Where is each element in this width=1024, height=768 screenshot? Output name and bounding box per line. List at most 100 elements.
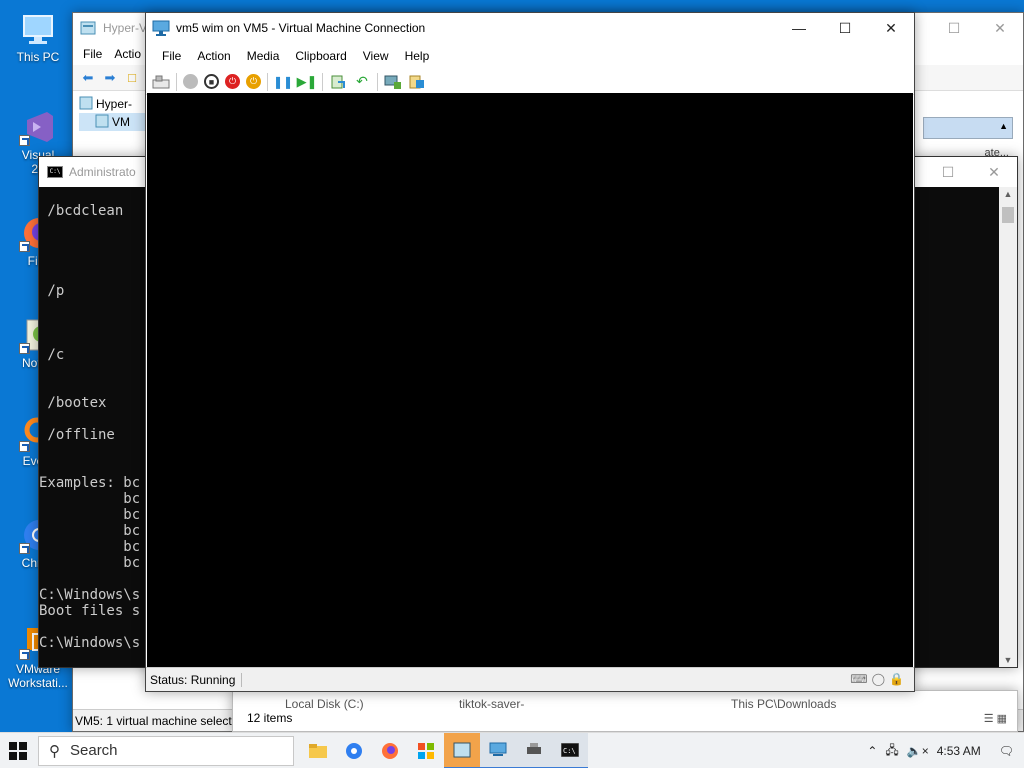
shortcut-arrow-icon	[19, 343, 30, 354]
explorer-item-count: 12 items	[247, 711, 293, 725]
vm-status-indicators: ⌨ ◯ 🔒	[850, 672, 904, 686]
actions-panel-header[interactable]: ▲	[923, 117, 1013, 139]
maximize-button[interactable]: ☐	[931, 13, 977, 43]
volume-muted-icon[interactable]: 🔈×	[907, 744, 929, 758]
taskbar: ⚲ Search C:\ ⌃ 🖧 🔈× 4:53 AM 🗨	[0, 732, 1024, 768]
resume-icon[interactable]: ▶❚	[297, 73, 318, 91]
share-icon[interactable]	[408, 73, 426, 91]
menu-help[interactable]: Help	[397, 49, 438, 63]
explorer-faded-item[interactable]: tiktok-saver-	[459, 697, 524, 711]
desktop-icon-this-pc[interactable]: This PC	[0, 10, 76, 64]
tree-item-vm[interactable]: VM	[79, 113, 149, 131]
hyperv-app-icon	[79, 19, 97, 37]
close-button[interactable]: ✕	[971, 157, 1017, 187]
ctrl-alt-del-icon[interactable]	[152, 73, 170, 91]
enhanced-session-icon[interactable]	[384, 73, 402, 91]
menu-file[interactable]: File	[77, 47, 108, 61]
maximize-button[interactable]: ☐	[822, 13, 868, 43]
pause-icon[interactable]: ❚❚	[273, 73, 293, 91]
mouse-icon: ◯	[871, 672, 886, 686]
up-folder-icon[interactable]: □	[123, 69, 141, 87]
server-icon	[95, 114, 109, 131]
taskbar-search[interactable]: ⚲ Search	[38, 735, 294, 766]
vm-status-text: Status: Running	[150, 672, 243, 687]
vm-titlebar[interactable]: vm5 wim on VM5 - Virtual Machine Connect…	[146, 13, 914, 43]
lock-icon: 🔒	[889, 672, 904, 686]
forward-arrow-icon[interactable]: ➡	[101, 69, 119, 87]
turn-off-icon[interactable]: ■	[204, 74, 219, 89]
toolbar-separator	[176, 72, 177, 91]
vm-connection-window[interactable]: vm5 wim on VM5 - Virtual Machine Connect…	[145, 12, 915, 692]
maximize-button[interactable]: ☐	[925, 157, 971, 187]
printer-taskbar-icon[interactable]	[516, 732, 552, 768]
chrome-taskbar-icon[interactable]	[336, 733, 372, 768]
tree-item-root[interactable]: Hyper-	[79, 95, 149, 113]
system-tray: ⌃ 🖧 🔈× 4:53 AM 🗨	[867, 733, 1024, 768]
file-explorer-taskbar-icon[interactable]	[300, 733, 336, 768]
keyboard-icon: ⌨	[850, 672, 868, 686]
tree-label: Hyper-	[96, 97, 133, 111]
store-taskbar-icon[interactable]	[408, 733, 444, 768]
hyperv-tree: Hyper- VM	[79, 95, 149, 131]
clock[interactable]: 4:53 AM	[937, 744, 981, 758]
vm-connection-icon	[152, 19, 170, 37]
explorer-faded-path: This PC\Downloads	[731, 697, 837, 711]
menu-action[interactable]: Actio	[108, 47, 147, 61]
vm-menubar: File Action Media Clipboard View Help	[146, 43, 914, 69]
vm-screen[interactable]	[147, 93, 913, 668]
scroll-down-icon[interactable]: ▼	[999, 655, 1017, 665]
scroll-up-icon[interactable]: ▲	[999, 189, 1017, 199]
menu-clipboard[interactable]: Clipboard	[287, 49, 354, 63]
notifications-icon[interactable]: 🗨	[999, 744, 1014, 758]
cmd-output[interactable]: /bcdclean /p /c /bootex /offline Example…	[39, 187, 140, 651]
explorer-window[interactable]: Local Disk (C:) tiktok-saver- This PC\Do…	[232, 690, 1018, 732]
this-pc-icon	[19, 10, 57, 48]
toolbar-separator	[377, 72, 378, 91]
vm-statusbar: Status: Running ⌨ ◯ 🔒	[146, 667, 914, 691]
shortcut-arrow-icon	[19, 543, 30, 554]
vm-toolbar: ■ ⏻ ⏻ ❚❚ ▶❚ ↶	[146, 69, 914, 95]
shut-down-icon[interactable]: ⏻	[225, 74, 240, 89]
hyperv-status-text: VM5: 1 virtual machine select	[75, 713, 232, 728]
close-button[interactable]: ✕	[977, 13, 1023, 43]
vm-connection-taskbar-icon[interactable]	[480, 732, 516, 768]
shortcut-arrow-icon	[19, 441, 30, 452]
desktop-icon-label: This PC	[16, 50, 60, 64]
cmd-icon: C:\	[47, 166, 63, 178]
cmd-scrollbar[interactable]: ▲ ▼	[999, 187, 1017, 667]
minimize-button[interactable]: —	[776, 13, 822, 43]
menu-media[interactable]: Media	[239, 49, 288, 63]
search-icon: ⚲	[49, 742, 60, 760]
explorer-faded-item[interactable]: Local Disk (C:)	[285, 697, 364, 711]
tree-label: VM	[112, 115, 130, 129]
vm-title: vm5 wim on VM5 - Virtual Machine Connect…	[176, 21, 426, 35]
network-icon[interactable]: 🖧	[885, 741, 898, 762]
firefox-taskbar-icon[interactable]	[372, 733, 408, 768]
shortcut-arrow-icon	[19, 241, 30, 252]
start-button[interactable]	[0, 733, 36, 768]
save-state-icon[interactable]: ⏻	[246, 74, 261, 89]
cmd-taskbar-icon[interactable]: C:\	[552, 732, 588, 768]
view-toggle-icons[interactable]: ☰ ▦	[984, 712, 1007, 725]
menu-file[interactable]: File	[154, 49, 189, 63]
scroll-thumb[interactable]	[1002, 207, 1014, 223]
back-arrow-icon[interactable]: ⬅	[79, 69, 97, 87]
revert-icon[interactable]: ↶	[353, 73, 371, 91]
server-icon	[79, 96, 93, 113]
close-button[interactable]: ✕	[868, 13, 914, 43]
show-hidden-icons-chevron-icon[interactable]: ⌃	[867, 744, 877, 758]
windows-logo-icon	[9, 741, 27, 760]
hyperv-manager-taskbar-icon[interactable]	[444, 732, 480, 768]
checkpoint-icon[interactable]	[329, 73, 347, 91]
visual-studio-icon	[19, 108, 57, 146]
start-icon[interactable]	[183, 74, 198, 89]
shortcut-arrow-icon	[19, 135, 30, 146]
collapse-up-icon[interactable]: ▲	[999, 121, 1008, 131]
toolbar-separator	[322, 72, 323, 91]
toolbar-separator	[267, 72, 268, 91]
search-placeholder: Search	[70, 742, 118, 759]
shortcut-arrow-icon	[19, 649, 30, 660]
menu-view[interactable]: View	[355, 49, 397, 63]
svg-text:C:\: C:\	[563, 747, 576, 755]
menu-action[interactable]: Action	[189, 49, 238, 63]
